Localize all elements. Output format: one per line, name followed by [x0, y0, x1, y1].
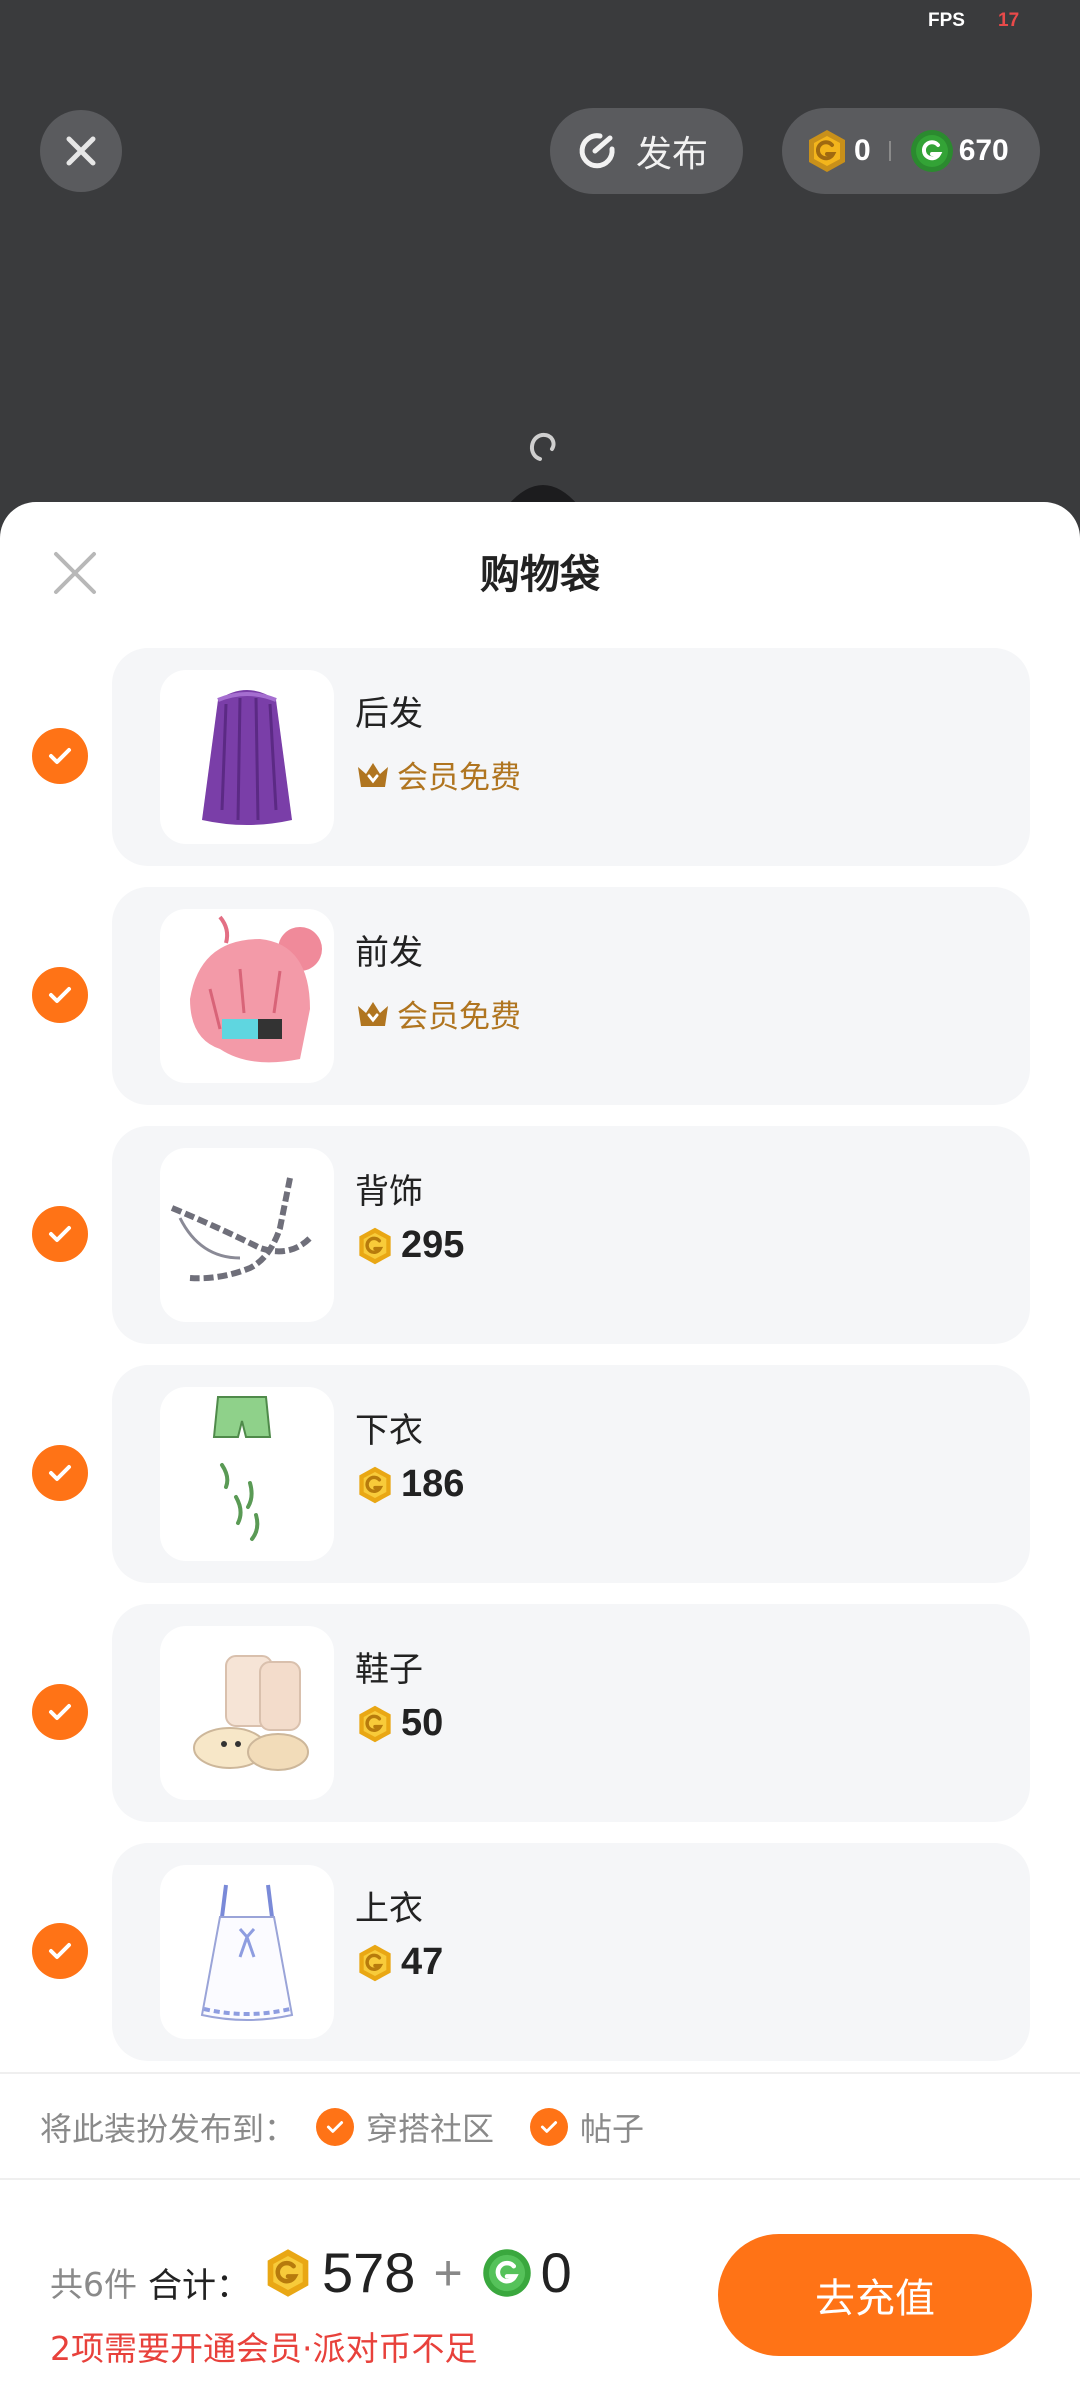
vip-free-badge: 会员免费: [355, 752, 521, 797]
item-price: 50: [355, 1702, 443, 1745]
green-coin-icon: [910, 130, 953, 172]
item-thumbnail: [160, 1148, 334, 1322]
item-name: 前发: [355, 933, 423, 973]
item-name: 下衣: [355, 1411, 423, 1451]
price-value: 295: [401, 1224, 465, 1266]
divider: [0, 2072, 1080, 2074]
publish-icon: [579, 133, 615, 169]
gold-coin-icon: [359, 1705, 391, 1742]
item-count: 共6件: [50, 2265, 137, 2304]
item-card[interactable]: 背饰 295: [112, 1126, 1030, 1344]
gold-coin-icon: [809, 130, 845, 172]
fps-value: 17: [998, 10, 1020, 31]
check-icon: [540, 2121, 558, 2133]
list-item[interactable]: 背饰 295: [0, 1126, 1080, 1344]
item-card[interactable]: 下衣 186: [112, 1365, 1030, 1583]
checkout-footer: 共6件 合计： 578 + 0 2项需要开通会员·派对币不足 去充值: [0, 2228, 1080, 2408]
green-shorts-image: [212, 1396, 272, 1541]
gold-coin-icon: [359, 1944, 391, 1981]
vip-free-label: 会员免费: [397, 999, 521, 1035]
list-item[interactable]: 后发 会员免费: [0, 648, 1080, 866]
list-item[interactable]: 鞋子 50: [0, 1604, 1080, 1822]
item-name: 上衣: [355, 1889, 423, 1929]
exit-button[interactable]: [40, 110, 122, 192]
list-item[interactable]: 下衣 186: [0, 1365, 1080, 1583]
item-thumbnail: [160, 670, 334, 844]
check-icon: [49, 1226, 71, 1242]
price-value: 186: [401, 1463, 465, 1505]
shopping-bag-sheet: 购物袋 后发 会员免费 前发 会员免费 背饰 295 下衣 186 鞋子 50 …: [0, 502, 1080, 2408]
item-price: 47: [355, 1941, 443, 1984]
publish-button[interactable]: 发布: [550, 108, 743, 194]
green-coin-icon: [482, 2248, 531, 2297]
white-dress-image: [200, 1884, 294, 2021]
item-name: 背饰: [355, 1172, 423, 1212]
item-checkbox[interactable]: [32, 728, 88, 784]
price-value: 50: [401, 1702, 444, 1744]
vip-free-badge: 会员免费: [355, 991, 521, 1036]
option-label: 穿搭社区: [366, 2110, 495, 2148]
item-price: 295: [355, 1224, 464, 1267]
list-item[interactable]: 前发 会员免费: [0, 887, 1080, 1105]
plus-sign: +: [433, 2244, 463, 2301]
gold-coin-icon: [359, 1466, 391, 1503]
publish-to-label: 将此装扮发布到：: [40, 2110, 297, 2148]
divider: [0, 2178, 1080, 2180]
socks-shoes-image: [193, 1655, 309, 1771]
publish-option-post[interactable]: 帖子: [530, 2104, 644, 2150]
item-thumbnail: [160, 1626, 334, 1800]
item-thumbnail: [160, 1865, 334, 2039]
publish-label: 发布: [636, 134, 709, 175]
item-name: 鞋子: [355, 1650, 423, 1690]
wallet-balance[interactable]: 0 670: [782, 108, 1040, 194]
option-label: 帖子: [580, 2110, 645, 2148]
green-balance: 670: [958, 134, 1009, 167]
gold-total: 578: [322, 2241, 416, 2304]
check-icon: [49, 1465, 71, 1481]
total-amount: 578 + 0: [262, 2240, 572, 2305]
list-item[interactable]: 上衣 47: [0, 1843, 1080, 2061]
option-checkbox[interactable]: [530, 2108, 569, 2146]
green-total: 0: [540, 2241, 572, 2304]
item-thumbnail: [160, 909, 334, 1083]
recharge-button[interactable]: 去充值: [718, 2234, 1032, 2356]
item-checkbox[interactable]: [32, 1923, 88, 1979]
item-thumbnail: [160, 1387, 334, 1561]
option-checkbox[interactable]: [316, 2108, 355, 2146]
publish-targets: 将此装扮发布到： 穿搭社区 帖子: [0, 2098, 1080, 2156]
item-checkbox[interactable]: [32, 1206, 88, 1262]
total-label: 合计：: [148, 2266, 250, 2306]
sheet-title: 购物袋: [480, 552, 600, 598]
crown-icon: [358, 762, 388, 787]
check-icon: [49, 748, 71, 764]
gold-balance: 0: [854, 134, 871, 167]
item-price: 186: [355, 1463, 464, 1506]
fps-label: FPS: [928, 10, 965, 31]
check-icon: [49, 1704, 71, 1720]
crown-icon: [358, 1001, 388, 1026]
price-value: 47: [401, 1941, 444, 1983]
gold-coin-icon: [267, 2248, 309, 2297]
chain-accessory-image: [170, 1177, 313, 1282]
front-hair-image: [190, 915, 322, 1063]
item-card[interactable]: 前发 会员免费: [112, 887, 1030, 1105]
back-hair-image: [202, 690, 292, 825]
item-card[interactable]: 后发 会员免费: [112, 648, 1030, 866]
item-name: 后发: [355, 694, 423, 734]
hanger-icon: [508, 432, 578, 505]
item-checkbox[interactable]: [32, 1684, 88, 1740]
item-checkbox[interactable]: [32, 967, 88, 1023]
item-card[interactable]: 上衣 47: [112, 1843, 1030, 2061]
item-card[interactable]: 鞋子 50: [112, 1604, 1030, 1822]
gold-coin-icon: [359, 1227, 391, 1264]
warning-text: 2项需要开通会员·派对币不足: [50, 2329, 478, 2368]
wallet-separator: [888, 141, 891, 161]
item-checkbox[interactable]: [32, 1445, 88, 1501]
check-icon: [326, 2121, 344, 2133]
check-icon: [49, 1943, 71, 1959]
publish-option-community[interactable]: 穿搭社区: [316, 2104, 494, 2150]
vip-free-label: 会员免费: [397, 760, 521, 796]
check-icon: [49, 987, 71, 1003]
close-icon: [66, 136, 96, 166]
